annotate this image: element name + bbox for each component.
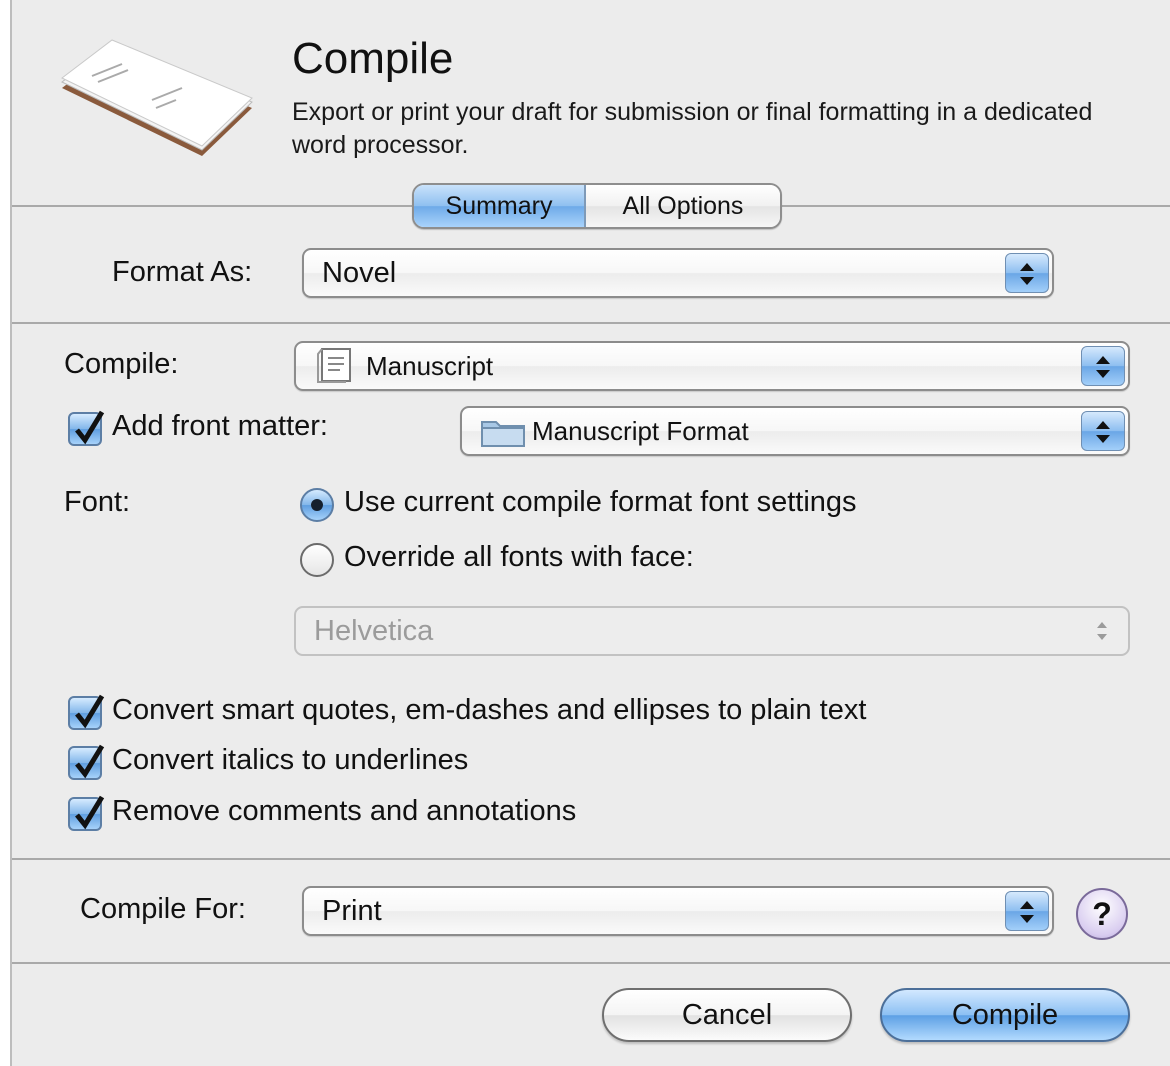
font-override-radio[interactable] bbox=[300, 543, 334, 577]
dialog-description: Export or print your draft for submissio… bbox=[292, 98, 1093, 159]
compile-group-value: Manuscript bbox=[366, 351, 494, 381]
format-as-value: Novel bbox=[322, 257, 397, 289]
compile-for-value: Print bbox=[322, 895, 382, 927]
smart-quotes-label[interactable]: Convert smart quotes, em-dashes and elli… bbox=[112, 694, 866, 727]
checkmark-icon bbox=[75, 795, 105, 830]
compile-group-label: Compile: bbox=[64, 348, 179, 380]
divider bbox=[12, 858, 1170, 860]
front-matter-popup[interactable]: Manuscript Format bbox=[460, 406, 1130, 456]
cancel-button[interactable]: Cancel bbox=[602, 988, 852, 1042]
manuscript-stack-icon bbox=[61, 39, 253, 156]
dialog-title: Compile bbox=[292, 34, 454, 83]
compile-button[interactable]: Compile bbox=[880, 988, 1130, 1042]
tab-summary[interactable]: Summary bbox=[414, 185, 586, 227]
help-icon: ? bbox=[1092, 895, 1112, 932]
popup-arrows-icon bbox=[1081, 346, 1125, 386]
compile-group-popup[interactable]: Manuscript bbox=[294, 341, 1130, 391]
format-as-popup[interactable]: Novel bbox=[302, 248, 1054, 298]
comments-checkbox[interactable] bbox=[68, 795, 105, 831]
front-matter-checkbox[interactable] bbox=[68, 410, 105, 446]
font-override-label[interactable]: Override all fonts with face: bbox=[344, 541, 694, 574]
tab-all-options[interactable]: All Options bbox=[586, 185, 780, 227]
front-matter-value: Manuscript Format bbox=[532, 416, 749, 446]
font-current-label[interactable]: Use current compile format font settings bbox=[344, 486, 857, 519]
divider bbox=[12, 322, 1170, 324]
popup-arrows-icon bbox=[1081, 611, 1125, 651]
checkmark-icon bbox=[75, 744, 105, 779]
document-icon bbox=[317, 348, 351, 383]
compile-for-label: Compile For: bbox=[80, 893, 246, 925]
compile-dialog: Compile Export or print your draft for s… bbox=[10, 0, 1170, 1066]
font-face-popup: Helvetica bbox=[294, 606, 1130, 656]
checkmark-icon bbox=[75, 694, 105, 729]
divider bbox=[12, 962, 1170, 964]
compile-for-popup[interactable]: Print bbox=[302, 886, 1054, 936]
front-matter-label[interactable]: Add front matter: bbox=[112, 410, 328, 443]
italics-checkbox[interactable] bbox=[68, 744, 105, 780]
font-current-radio[interactable] bbox=[300, 488, 334, 522]
checkmark-icon bbox=[75, 410, 105, 445]
popup-arrows-icon bbox=[1005, 253, 1049, 293]
font-face-value: Helvetica bbox=[314, 615, 434, 647]
help-button[interactable]: ? bbox=[1076, 888, 1128, 940]
italics-label[interactable]: Convert italics to underlines bbox=[112, 744, 468, 777]
comments-label[interactable]: Remove comments and annotations bbox=[112, 795, 576, 828]
view-segmented-control[interactable]: Summary All Options bbox=[412, 183, 782, 229]
folder-icon bbox=[481, 421, 525, 447]
radio-dot-icon bbox=[311, 499, 323, 511]
popup-arrows-icon bbox=[1005, 891, 1049, 931]
popup-arrows-icon bbox=[1081, 411, 1125, 451]
smart-quotes-checkbox[interactable] bbox=[68, 694, 105, 730]
font-label: Font: bbox=[64, 486, 131, 518]
format-as-label: Format As: bbox=[112, 256, 253, 288]
